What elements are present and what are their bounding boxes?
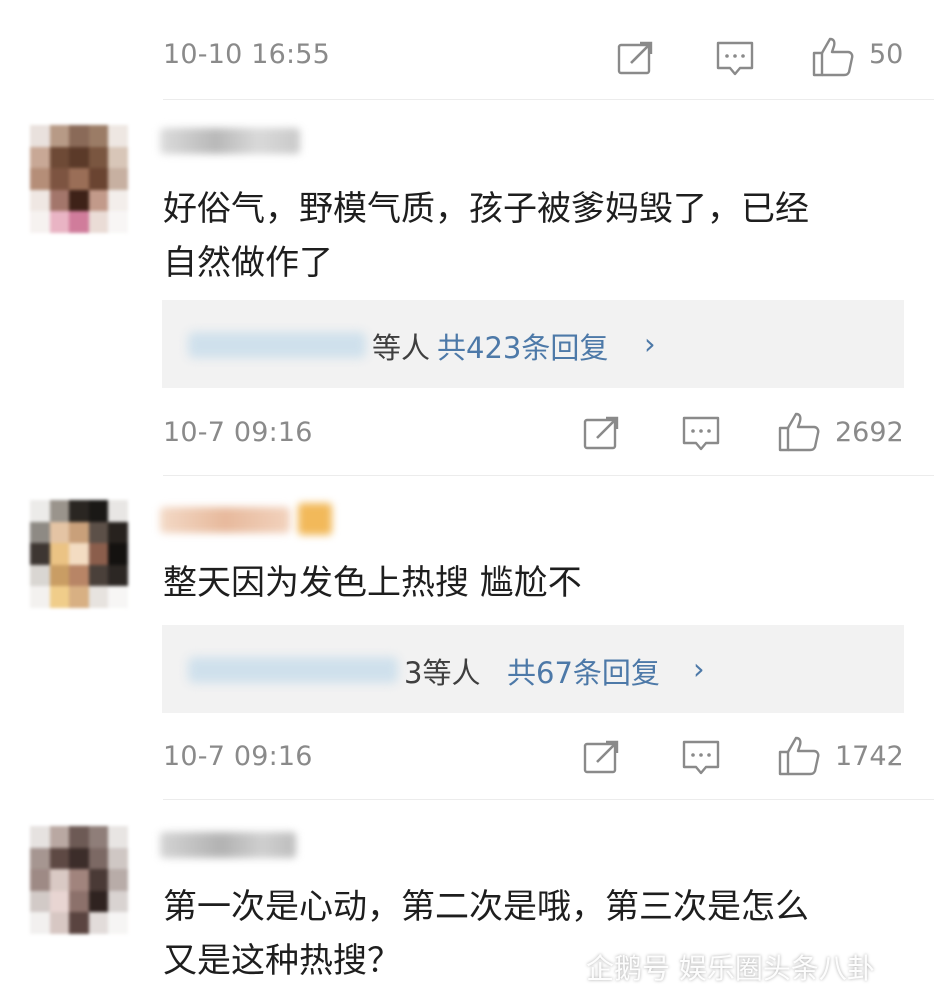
username[interactable] xyxy=(160,832,296,858)
comment-icon[interactable] xyxy=(681,413,721,453)
reply-user-names xyxy=(188,332,366,358)
comment-icon[interactable] xyxy=(715,38,755,78)
penguin-logo-icon xyxy=(548,950,578,984)
username[interactable] xyxy=(160,507,290,533)
comment-line: 自然做作了 xyxy=(163,243,333,283)
reply-preview-box[interactable]: 3等人 共67条回复 › xyxy=(162,625,904,713)
reply-count-link[interactable]: 共67条回复 xyxy=(507,650,660,692)
divider xyxy=(163,799,934,800)
timestamp: 10-7 09:16 xyxy=(163,741,313,772)
like-count: 50 xyxy=(869,39,904,70)
reply-user-names xyxy=(188,657,398,683)
thumbs-up-icon[interactable] xyxy=(811,35,855,79)
avatar[interactable] xyxy=(30,500,128,608)
share-icon[interactable] xyxy=(582,737,622,777)
avatar[interactable] xyxy=(30,826,128,934)
divider xyxy=(163,475,934,476)
timestamp: 10-7 09:16 xyxy=(163,417,313,448)
watermark-text: 企鹅号 娱乐圈头条八卦 xyxy=(586,952,875,985)
thumbs-up-icon[interactable] xyxy=(777,410,821,454)
comment-icon[interactable] xyxy=(681,737,721,777)
reply-preview-box[interactable]: 等人 共423条回复 › xyxy=(162,300,904,388)
share-icon[interactable] xyxy=(616,38,656,78)
chevron-right-icon: › xyxy=(693,652,705,686)
chevron-right-icon: › xyxy=(644,327,656,361)
comment-text: 好俗气，野模气质，孩子被爹妈毁了，已经 自然做作了 xyxy=(163,182,923,290)
reply-count-link[interactable]: 共423条回复 xyxy=(437,325,608,367)
reply-people: 3等人 xyxy=(404,656,481,690)
watermark: 企鹅号 娱乐圈头条八卦 xyxy=(548,944,875,990)
username[interactable] xyxy=(160,128,300,154)
comment-line: 第一次是心动，第二次是哦，第三次是怎么 xyxy=(163,887,809,927)
timestamp: 10-10 16:55 xyxy=(163,39,331,70)
comment-text: 整天因为发色上热搜 尴尬不 xyxy=(163,556,923,610)
comment-line: 整天因为发色上热搜 尴尬不 xyxy=(163,563,582,603)
user-badge xyxy=(298,503,332,535)
share-icon[interactable] xyxy=(582,413,622,453)
avatar[interactable] xyxy=(30,125,128,233)
thumbs-up-icon[interactable] xyxy=(777,734,821,778)
comment-line: 好俗气，野模气质，孩子被爹妈毁了，已经 xyxy=(163,189,809,229)
reply-people: 等人 xyxy=(372,331,431,365)
like-count: 1742 xyxy=(835,741,904,772)
divider xyxy=(163,99,934,100)
like-count: 2692 xyxy=(835,417,904,448)
